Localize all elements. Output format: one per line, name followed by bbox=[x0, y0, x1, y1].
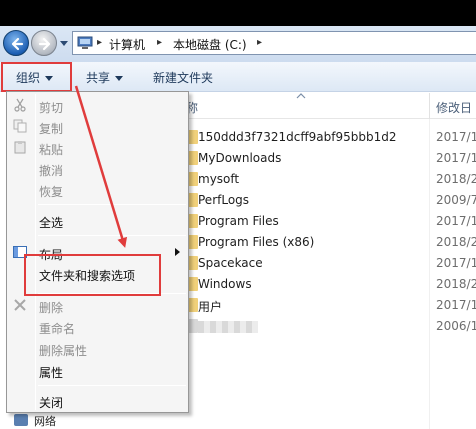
file-list-header: 称 修改日 bbox=[160, 93, 476, 119]
file-name: 用户 bbox=[198, 300, 223, 314]
file-date: 2017/1 bbox=[436, 256, 476, 270]
scissors-icon bbox=[14, 98, 26, 112]
file-date: 2017/1 bbox=[436, 130, 476, 144]
file-row[interactable]: Program Files 2017/1 bbox=[160, 211, 476, 232]
nav-item-network[interactable]: 网络 bbox=[34, 413, 56, 429]
organize-menu: 剪切 复制 粘贴 撤消 恢复 全选 布局 文件夹和搜索选项 删除 重命名 删除属… bbox=[6, 91, 189, 413]
delete-x-icon bbox=[14, 299, 26, 311]
menu-item-label: 复制 bbox=[39, 122, 64, 136]
menu-separator bbox=[38, 385, 186, 386]
breadcrumb-separator-icon[interactable]: ▸ bbox=[97, 37, 102, 48]
menu-item-cut[interactable]: 剪切 bbox=[9, 95, 186, 116]
file-row[interactable]: Spacekace 2017/1 bbox=[160, 253, 476, 274]
file-row[interactable]: Program Files (x86) 2018/2 bbox=[160, 232, 476, 253]
file-name: mysoft bbox=[198, 172, 240, 186]
file-name: Windows bbox=[198, 277, 252, 291]
file-name: Program Files (x86) bbox=[198, 235, 315, 249]
submenu-arrow-icon bbox=[175, 248, 180, 256]
menu-separator bbox=[38, 204, 186, 205]
menu-item-label: 粘贴 bbox=[39, 143, 64, 157]
file-name: MyDownloads bbox=[198, 151, 282, 165]
copy-icon bbox=[13, 119, 27, 133]
menu-item-remove-properties[interactable]: 删除属性 bbox=[9, 338, 186, 359]
menu-item-label: 撤消 bbox=[39, 164, 64, 178]
menu-item-rename[interactable]: 重命名 bbox=[9, 316, 186, 337]
file-date: 2009/7 bbox=[436, 193, 476, 207]
back-button[interactable] bbox=[3, 30, 29, 56]
file-row[interactable]: mysoft 2018/2 bbox=[160, 169, 476, 190]
file-date: 2006/1 bbox=[436, 319, 476, 333]
menu-item-redo[interactable]: 恢复 bbox=[9, 179, 186, 200]
file-name: Program Files bbox=[198, 214, 279, 228]
chevron-down-icon bbox=[115, 76, 124, 81]
file-name: Spacekace bbox=[198, 256, 263, 270]
menu-separator bbox=[38, 235, 186, 236]
share-button[interactable]: 共享 bbox=[86, 69, 124, 86]
title-bar bbox=[0, 0, 476, 26]
menu-item-label: 删除 bbox=[39, 301, 64, 315]
file-date: 2017/1 bbox=[436, 214, 476, 228]
menu-item-select-all[interactable]: 全选 bbox=[9, 210, 186, 231]
menu-item-copy[interactable]: 复制 bbox=[9, 116, 186, 137]
file-name: 150ddd3f7321dcff9abf95bbb1d2 bbox=[198, 130, 397, 144]
folder-options-highlight-box bbox=[24, 254, 161, 296]
menu-item-label: 删除属性 bbox=[39, 344, 88, 358]
column-header-date-modified[interactable]: 修改日 bbox=[436, 99, 472, 116]
breadcrumb-local-disk[interactable]: 本地磁盘 (C:) bbox=[173, 36, 247, 53]
forward-button[interactable] bbox=[31, 30, 57, 56]
file-date: 2018/2 bbox=[436, 172, 476, 186]
menu-item-label: 重命名 bbox=[39, 322, 76, 336]
menu-item-label: 属性 bbox=[39, 366, 64, 380]
breadcrumb-computer[interactable]: 计算机 bbox=[109, 36, 145, 53]
recent-pages-dropdown-icon[interactable] bbox=[60, 39, 68, 47]
menu-item-label: 恢复 bbox=[39, 185, 64, 199]
organize-highlight-box bbox=[1, 62, 72, 92]
file-row[interactable]: MyDownloads 2017/1 bbox=[160, 148, 476, 169]
forward-arrow-icon bbox=[38, 37, 51, 51]
menu-item-properties[interactable]: 属性 bbox=[9, 360, 186, 381]
file-date: 2018/2 bbox=[436, 277, 476, 291]
file-date: 2017/1 bbox=[436, 151, 476, 165]
file-row[interactable]: PerfLogs 2009/7 bbox=[160, 190, 476, 211]
file-date: 2017/1 bbox=[436, 298, 476, 312]
file-row[interactable]: 150ddd3f7321dcff9abf95bbb1d2 2017/1 bbox=[160, 127, 476, 148]
file-name: PerfLogs bbox=[198, 193, 250, 207]
file-row[interactable]: 用户 2017/1 bbox=[160, 295, 476, 316]
file-date: 2018/2 bbox=[436, 235, 476, 249]
menu-item-label: 全选 bbox=[39, 216, 64, 230]
back-arrow-icon bbox=[11, 37, 24, 51]
address-row: ▸ 计算机 ▸ 本地磁盘 (C:) ▸ bbox=[0, 26, 476, 62]
file-row[interactable]: Windows 2018/2 bbox=[160, 274, 476, 295]
new-folder-button[interactable]: 新建文件夹 bbox=[153, 69, 213, 86]
file-row[interactable]: 2006/1 bbox=[160, 316, 476, 337]
share-label: 共享 bbox=[86, 71, 111, 85]
column-divider[interactable] bbox=[429, 93, 430, 119]
breadcrumb-separator-icon[interactable]: ▸ bbox=[157, 37, 162, 48]
paste-icon bbox=[14, 141, 26, 154]
computer-icon bbox=[77, 36, 93, 49]
network-icon[interactable] bbox=[14, 414, 28, 426]
sort-ascending-icon bbox=[296, 93, 306, 99]
menu-item-label: 关闭 bbox=[39, 396, 64, 410]
breadcrumb-separator-icon[interactable]: ▸ bbox=[257, 37, 262, 48]
menu-item-undo[interactable]: 撤消 bbox=[9, 158, 186, 179]
menu-item-delete[interactable]: 删除 bbox=[9, 295, 186, 316]
menu-item-close[interactable]: 关闭 bbox=[9, 390, 186, 411]
menu-item-label: 剪切 bbox=[39, 101, 64, 115]
menu-item-paste[interactable]: 粘贴 bbox=[9, 137, 186, 158]
file-name-blurred bbox=[198, 321, 258, 333]
address-box[interactable]: ▸ 计算机 ▸ 本地磁盘 (C:) ▸ bbox=[72, 31, 476, 55]
